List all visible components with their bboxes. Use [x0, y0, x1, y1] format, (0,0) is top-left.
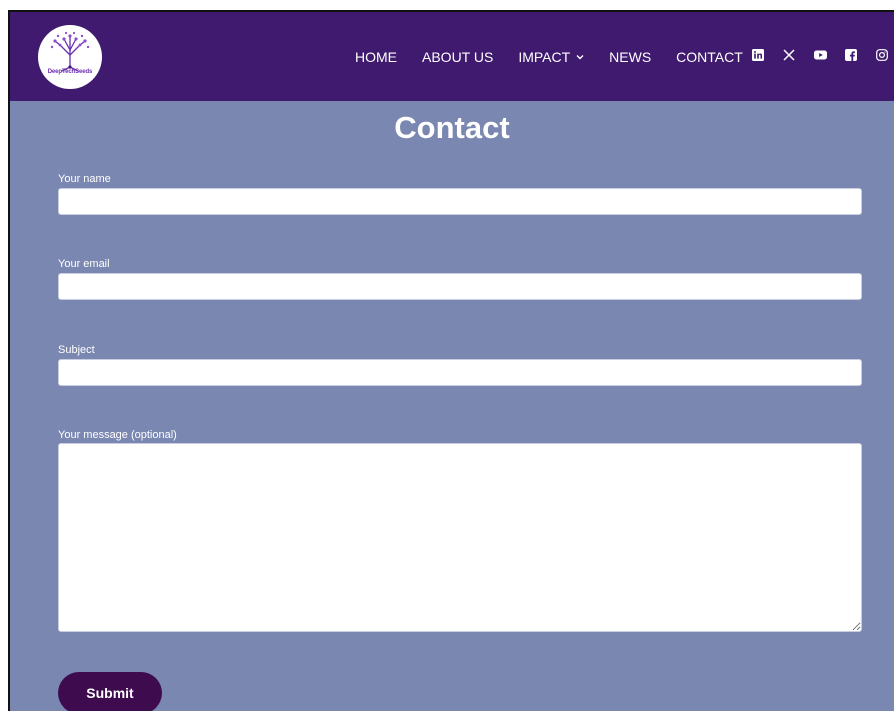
logo[interactable]: DeepTechSeeds — [38, 25, 102, 89]
email-label: Your email — [58, 258, 110, 270]
main-nav: HOME ABOUT US IMPACT NEWS CONTACT — [355, 12, 768, 101]
instagram-icon[interactable] — [875, 48, 889, 62]
site-header: DeepTechSeeds HOME ABOUT US IMPACT NEWS … — [10, 12, 894, 101]
message-textarea[interactable] — [58, 443, 862, 632]
subject-label: Subject — [58, 344, 95, 356]
nav-home[interactable]: HOME — [355, 49, 397, 65]
nav-contact[interactable]: CONTACT — [676, 49, 743, 65]
name-label: Your name — [58, 173, 111, 185]
facebook-icon[interactable] — [844, 48, 858, 62]
message-label: Your message (optional) — [58, 429, 177, 441]
nav-contact-label: CONTACT — [676, 48, 743, 65]
tree-logo-icon — [50, 31, 90, 72]
submit-button[interactable]: Submit — [58, 672, 162, 711]
page-frame: DeepTechSeeds HOME ABOUT US IMPACT NEWS … — [8, 10, 894, 711]
x-icon[interactable] — [782, 48, 796, 62]
nav-home-label: HOME — [355, 48, 397, 65]
social-links — [751, 48, 894, 62]
subject-input[interactable] — [58, 359, 862, 386]
youtube-icon[interactable] — [813, 48, 827, 62]
nav-impact[interactable]: IMPACT — [518, 49, 584, 65]
nav-about-us[interactable]: ABOUT US — [422, 49, 493, 65]
logo-text: DeepTechSeeds — [47, 69, 93, 75]
nav-about-us-label: ABOUT US — [422, 48, 494, 65]
nav-news[interactable]: NEWS — [609, 49, 651, 65]
nav-news-label: NEWS — [609, 48, 652, 65]
linkedin-icon[interactable] — [751, 48, 765, 62]
name-input[interactable] — [58, 188, 862, 215]
page-title: Contact — [394, 110, 510, 145]
email-input[interactable] — [58, 273, 862, 300]
chevron-down-icon — [576, 54, 584, 59]
nav-impact-label: IMPACT — [518, 48, 571, 65]
